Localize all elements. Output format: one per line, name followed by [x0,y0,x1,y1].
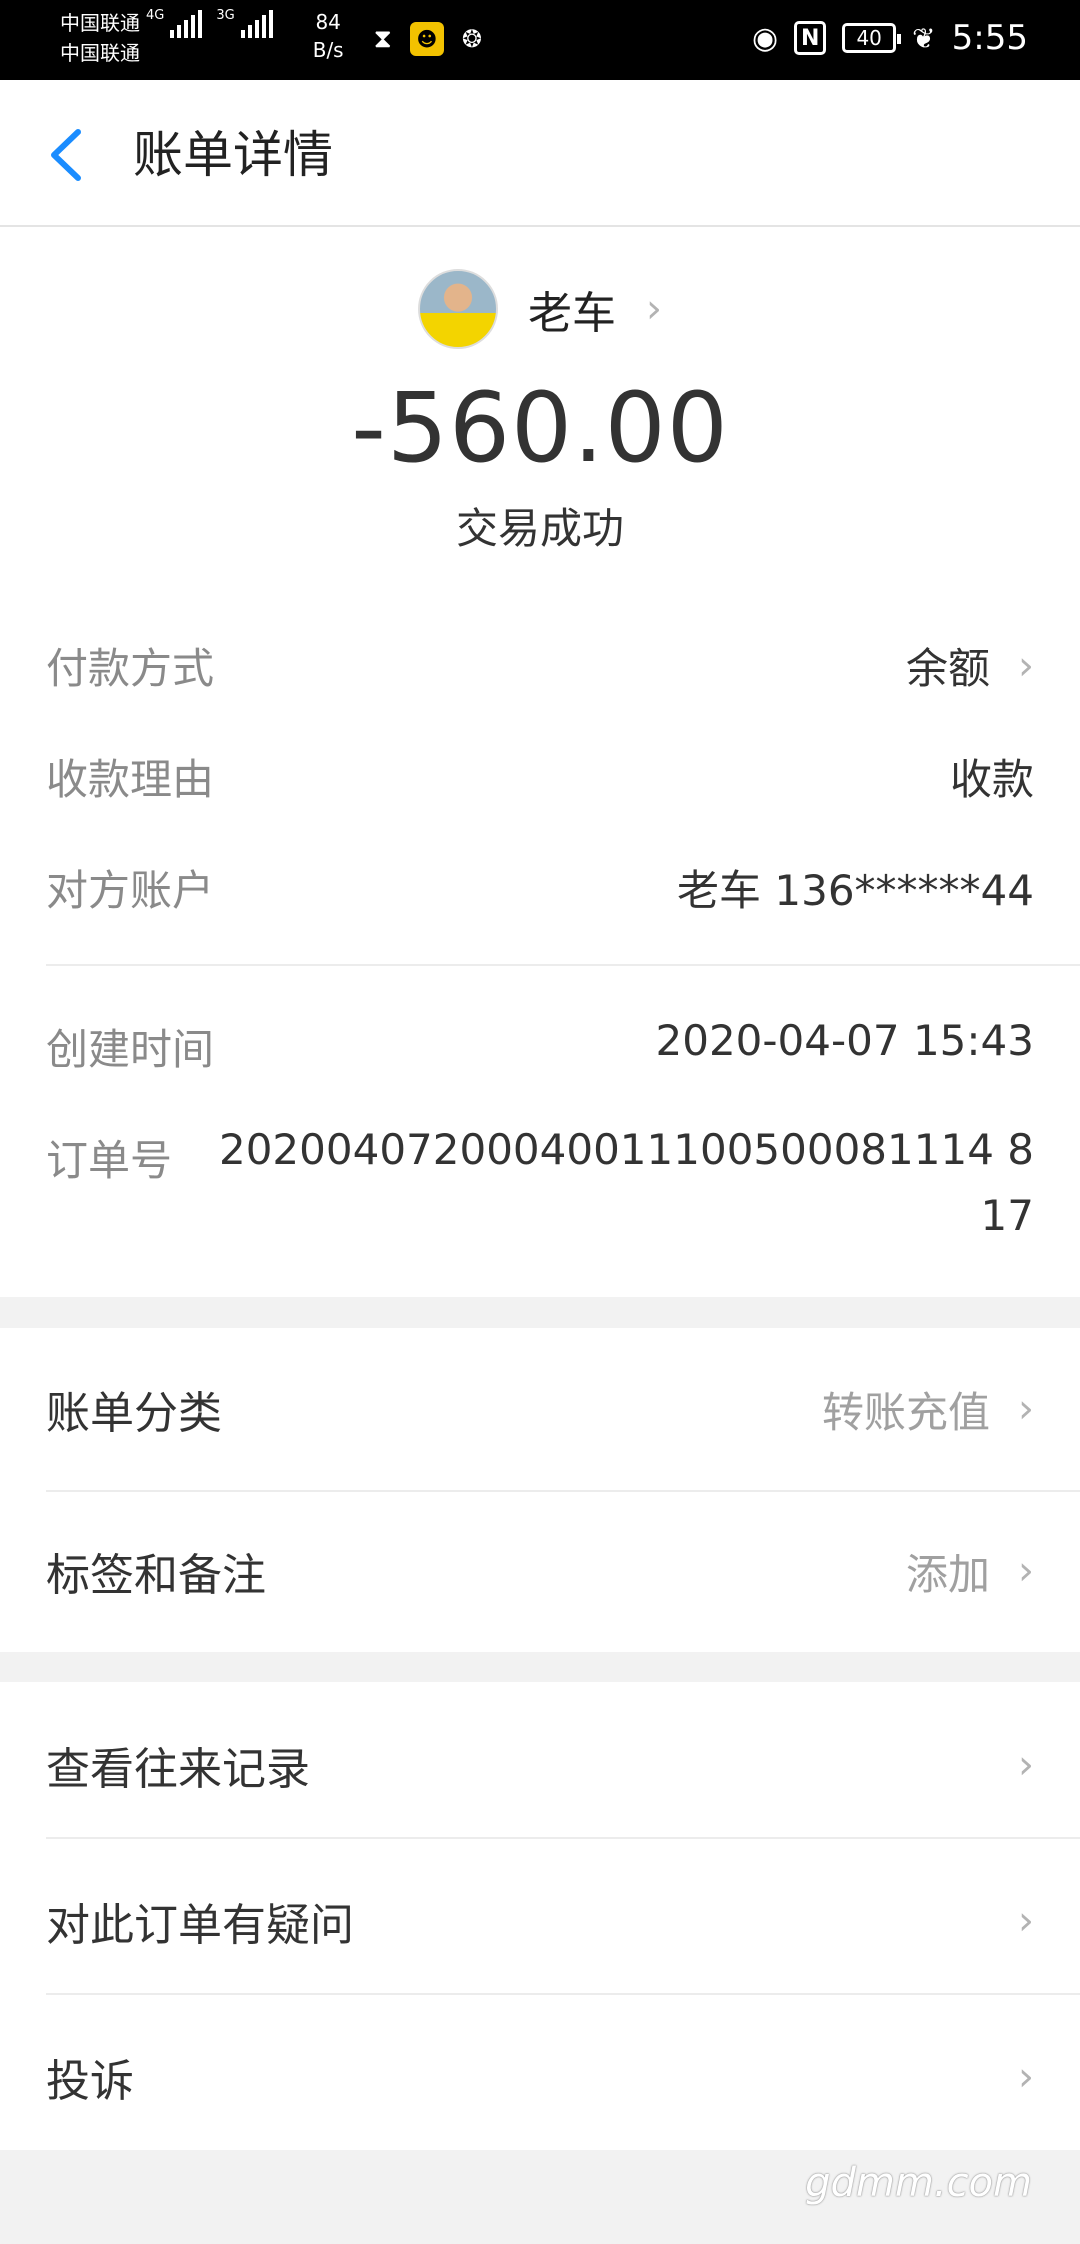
transaction-status: 交易成功 [455,504,624,553]
order-number-value: 20200407200040011100500081114 8 17 [219,1117,1034,1249]
carrier-labels: 中国联通 中国联通 [60,8,140,68]
chevron-right-icon: › [1018,642,1034,689]
bill-meta-card: 账单分类 转账充值 › 标签和备注 添加 › [0,1328,1080,1652]
app-notification-icon: ☻ [409,22,444,56]
detail-label: 订单号 [46,1136,173,1185]
tags-notes-label: 标签和备注 [46,1550,266,1601]
app-header: 账单详情 [0,80,1080,227]
detail-value: 收款 [949,755,1034,804]
tags-notes-row[interactable]: 标签和备注 添加 › [46,1540,1034,1602]
order-number-line-2: 17 [980,1191,1034,1240]
detail-value: 老车 136******44 [677,866,1034,915]
actions-card: 查看往来记录 › 对此订单有疑问 › 投诉 › [0,1682,1080,2150]
detail-label: 对方账户 [46,866,215,915]
chevron-right-icon: › [1018,2054,1034,2100]
chevron-right-icon: › [1018,1386,1034,1432]
payee-name: 老车 [528,288,616,339]
watermark: gdmm.com [805,2160,1032,2206]
view-history-label: 查看往来记录 [46,1744,310,1795]
detail-value: 2020-04-07 15:43 [655,1016,1034,1065]
divider [46,1993,1080,1995]
detail-row-payment-method[interactable]: 付款方式 余额 › [46,635,1034,696]
amount: -560.00 [351,372,729,484]
chevron-right-icon: › [1018,1898,1034,1944]
detail-label: 付款方式 [46,644,215,693]
complaint-row[interactable]: 投诉 › [46,2046,1034,2108]
battery-icon: 40 [842,23,902,53]
signal-4g-icon: 4G [146,8,203,38]
divider [46,1490,1080,1492]
clock: 5:55 [951,18,1028,58]
avatar [418,269,498,349]
eye-comfort-icon: ◉ [751,20,779,56]
detail-row-counterparty: 对方账户 老车 136******44 [46,857,1034,918]
chevron-right-icon: › [646,286,662,332]
order-number-line-1: 20200407200040011100500081114 8 [218,1125,1034,1174]
network-speed: 84 B/s [312,10,344,62]
carrier-2: 中国联通 [60,41,140,65]
chevron-right-icon: › [1018,1548,1034,1594]
payee-row[interactable]: 老车 › [0,269,1080,349]
detail-row-order-number: 订单号 20200407200040011100500081114 8 17 [46,1125,1034,1249]
detail-value: 余额 [905,644,990,693]
divider [46,1837,1080,1839]
order-question-label: 对此订单有疑问 [46,1900,354,1951]
divider [46,964,1080,966]
tags-notes-value: 添加 [905,1549,990,1599]
order-question-row[interactable]: 对此订单有疑问 › [46,1890,1034,1952]
back-arrow-icon[interactable] [40,120,100,190]
power-saving-leaf-icon: ❦ [912,21,936,55]
detail-label: 收款理由 [46,755,215,804]
detail-row-reason: 收款理由 收款 [46,746,1034,807]
detail-label: 创建时间 [46,1025,215,1074]
wechat-icon: ❂ [461,25,482,53]
complaint-label: 投诉 [46,2056,134,2107]
bill-category-label: 账单分类 [46,1388,222,1439]
bill-category-row[interactable]: 账单分类 转账充值 › [46,1378,1034,1440]
page-title: 账单详情 [133,126,333,184]
bill-summary-card: 老车 › -560.00 交易成功 付款方式 余额 › 收款理由 收款 对方账户… [0,227,1080,1297]
carrier-1: 中国联通 [60,11,140,35]
chevron-right-icon: › [1018,1742,1034,1788]
bill-category-value: 转账充值 [821,1387,990,1437]
view-history-row[interactable]: 查看往来记录 › [46,1734,1034,1796]
signal-3g-icon: 3G [216,8,273,38]
status-bar: 中国联通 中国联通 4G 3G 84 B/s ⧗ ☻ ❂ ◉ N 40 ❦ 5:… [0,0,1080,80]
detail-row-created-time: 创建时间 2020-04-07 15:43 [46,1016,1034,1077]
nfc-icon: N [794,21,827,55]
hourglass-icon: ⧗ [373,23,392,54]
